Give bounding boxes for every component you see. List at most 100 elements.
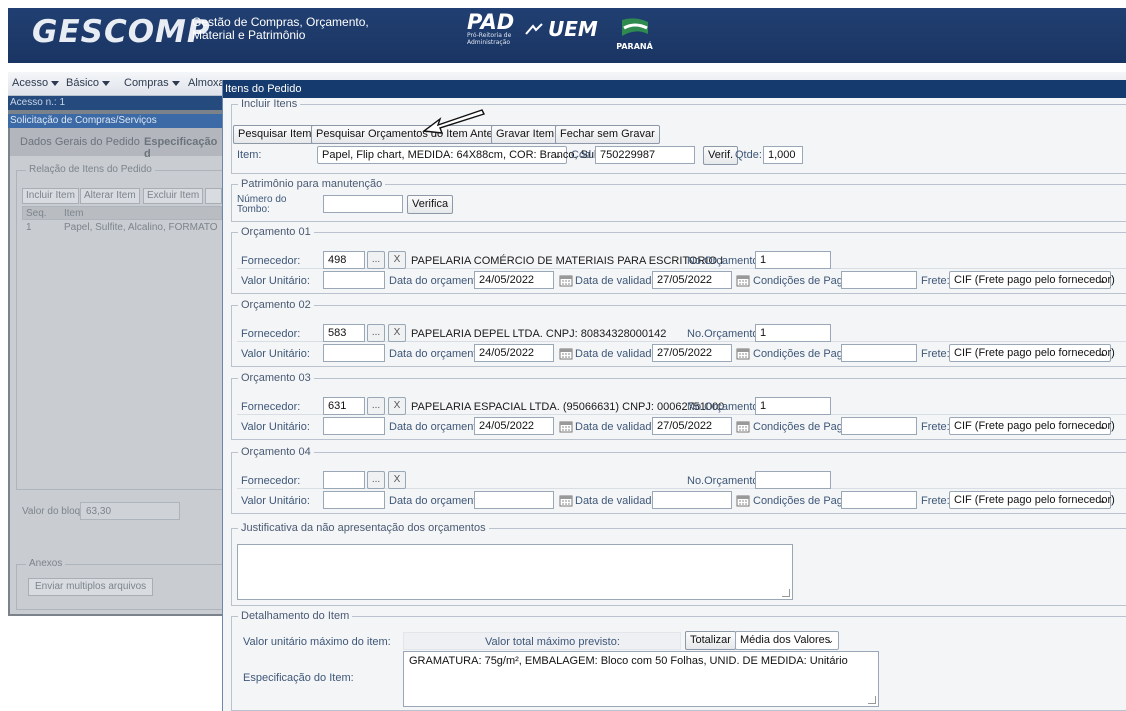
data-orcamento-field[interactable]: 24/05/2022 <box>474 417 554 435</box>
no-orcamento-field[interactable] <box>755 471 831 489</box>
calendar-icon[interactable] <box>736 420 750 433</box>
app-header: GESCOMP Gestão de Compras, Orçamento, Ma… <box>0 0 1126 70</box>
data-validade-field[interactable]: 27/05/2022 <box>652 417 732 435</box>
media-select[interactable]: Média dos Valores ⌄ <box>735 631 839 650</box>
calendar-icon[interactable] <box>559 420 573 433</box>
uem-mark-icon <box>525 23 543 35</box>
frete-select[interactable]: CIF (Frete pago pelo fornecedor) ⌄ <box>949 417 1115 435</box>
data-orcamento-field[interactable] <box>474 491 554 509</box>
qtde-field[interactable]: 1,000 <box>763 146 803 164</box>
fornecedor-clear-button[interactable]: X <box>388 251 406 269</box>
calendar-icon[interactable] <box>736 494 750 507</box>
fornecedor-clear-button[interactable]: X <box>388 471 406 489</box>
alterar-item-button[interactable]: Alterar Item <box>80 188 140 204</box>
data-orcamento-label: Data do orçamento: <box>389 348 486 360</box>
more-button[interactable] <box>205 188 222 204</box>
valor-bloqueio-value: 63,30 <box>86 506 112 517</box>
data-validade-field[interactable]: 27/05/2022 <box>652 344 732 362</box>
pad-logo-sub2: Administração <box>467 39 511 46</box>
frete-select[interactable]: CIF (Frete pago pelo fornecedor) ⌄ <box>949 491 1115 509</box>
numero-tombo-field[interactable] <box>323 195 403 213</box>
pad-logo-text: PAD <box>467 10 515 34</box>
fornecedor-clear-button[interactable]: X <box>388 324 406 342</box>
frete-select[interactable]: CIF (Frete pago pelo fornecedor) ⌄ <box>949 271 1115 289</box>
justificativa-textarea[interactable] <box>237 544 793 600</box>
fechar-sem-gravar-button[interactable]: Fechar sem Gravar <box>555 125 660 144</box>
calendar-icon[interactable] <box>559 274 573 287</box>
resize-grip-icon[interactable] <box>868 696 876 704</box>
fornecedor-clear-button[interactable]: X <box>388 397 406 415</box>
no-orcamento-field[interactable]: 1 <box>755 251 831 269</box>
enviar-arquivos-button[interactable]: Enviar multiplos arquivos <box>28 578 154 596</box>
brand-subtitle-line2: Material e Patrimônio <box>192 28 306 42</box>
calendar-icon[interactable] <box>736 274 750 287</box>
fornecedor-label: Fornecedor: <box>241 255 301 267</box>
condicoes-field[interactable] <box>841 417 917 435</box>
chevron-down-icon: ⌄ <box>1098 421 1106 431</box>
fornecedor-search-button[interactable]: ... <box>367 397 385 415</box>
item-select[interactable]: Papel, Flip chart, MEDIDA: 64X88cm, COR:… <box>317 146 614 164</box>
totalizar-button[interactable]: Totalizar <box>685 631 736 650</box>
data-validade-field[interactable]: 27/05/2022 <box>652 271 732 289</box>
orcamento-03-legend: Orçamento 03 <box>241 372 311 384</box>
chevron-down-icon: ⌄ <box>1098 495 1106 505</box>
data-validade-label: Data de validade: <box>575 275 661 287</box>
menu-acesso[interactable]: Acesso <box>12 77 60 89</box>
table-header <box>22 206 222 220</box>
chevron-down-icon: ⌄ <box>1098 348 1106 358</box>
condicoes-label: Condições de Pag.: <box>753 348 850 360</box>
data-orcamento-field[interactable]: 24/05/2022 <box>474 271 554 289</box>
chevron-down-icon: ⌄ <box>554 150 562 160</box>
especificacao-textarea[interactable]: GRAMATURA: 75g/m², EMBALAGEM: Bloco com … <box>403 651 879 707</box>
valor-unitario-field[interactable] <box>323 344 385 362</box>
fornecedor-code-field[interactable]: 583 <box>323 324 365 342</box>
justificativa-legend: Justificativa da não apresentação dos or… <box>241 522 486 534</box>
frete-select[interactable]: CIF (Frete pago pelo fornecedor) ⌄ <box>949 344 1115 362</box>
incluir-item-button[interactable]: Incluir Item <box>22 188 79 204</box>
row-item[interactable]: Papel, Sulfite, Alcalino, FORMATO <box>64 222 218 233</box>
tab-especificacao[interactable]: Especificação d <box>144 136 222 160</box>
valor-unitario-field[interactable] <box>323 271 385 289</box>
tab-dados-gerais[interactable]: Dados Gerais do Pedido <box>20 136 140 148</box>
verif-button[interactable]: Verif. <box>703 146 739 165</box>
fornecedor-code-field[interactable] <box>323 471 365 489</box>
fornecedor-code-field[interactable]: 631 <box>323 397 365 415</box>
fornecedor-search-button[interactable]: ... <box>367 471 385 489</box>
no-orcamento-label: No.Orçamento: <box>687 475 762 487</box>
menu-basico[interactable]: Básico <box>66 77 111 89</box>
condicoes-label: Condições de Pag.: <box>753 495 850 507</box>
menu-almox[interactable]: Almoxa <box>188 77 225 89</box>
resize-grip-icon[interactable] <box>782 589 790 597</box>
valor-unitario-label: Valor Unitário: <box>241 348 310 360</box>
chevron-down-icon: ⌄ <box>1098 275 1106 285</box>
no-orcamento-field[interactable]: 1 <box>755 397 831 415</box>
condicoes-field[interactable] <box>841 271 917 289</box>
fornecedor-search-button[interactable]: ... <box>367 324 385 342</box>
data-validade-label: Data de validade: <box>575 421 661 433</box>
verifica-button[interactable]: Verifica <box>407 195 454 214</box>
uem-logo: UEM <box>548 17 598 41</box>
fornecedor-name: PAPELARIA ESPACIAL LTDA. (95066631) CNPJ… <box>411 401 725 413</box>
data-orcamento-field[interactable]: 24/05/2022 <box>474 344 554 362</box>
excluir-item-button[interactable]: Excluir Item <box>143 188 204 204</box>
calendar-icon[interactable] <box>559 494 573 507</box>
gravar-item-button[interactable]: Gravar Item <box>491 125 560 144</box>
valor-unitario-field[interactable] <box>323 491 385 509</box>
menu-compras-label: Compras <box>124 77 169 89</box>
acesso-bar: Acesso n.: 1 <box>8 96 222 110</box>
data-validade-field[interactable] <box>652 491 732 509</box>
no-orcamento-field[interactable]: 1 <box>755 324 831 342</box>
condicoes-label: Condições de Pag.: <box>753 275 850 287</box>
fornecedor-search-button[interactable]: ... <box>367 251 385 269</box>
cod-field[interactable]: 750229987 <box>595 146 695 164</box>
calendar-icon[interactable] <box>559 347 573 360</box>
pesquisar-item-button[interactable]: Pesquisar Item <box>233 125 317 144</box>
condicoes-field[interactable] <box>841 344 917 362</box>
calendar-icon[interactable] <box>736 347 750 360</box>
fornecedor-code-field[interactable]: 498 <box>323 251 365 269</box>
menu-compras[interactable]: Compras <box>124 77 180 89</box>
numero-tombo-label: Número do Tombo: <box>237 195 286 215</box>
frete-select-value: CIF (Frete pago pelo fornecedor) <box>954 274 1115 286</box>
condicoes-field[interactable] <box>841 491 917 509</box>
valor-unitario-field[interactable] <box>323 417 385 435</box>
